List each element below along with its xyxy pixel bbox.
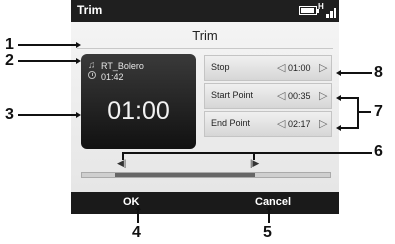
clock-icon: [88, 71, 96, 79]
callout-number: 8: [374, 64, 383, 81]
cancel-button[interactable]: Cancel: [255, 196, 291, 208]
decrease-arrow-icon[interactable]: ◁: [277, 89, 285, 102]
increase-arrow-icon[interactable]: ▷: [319, 61, 327, 74]
current-time: 01:00: [107, 97, 170, 125]
file-name: RT_Bolero: [101, 61, 144, 71]
callout-arrowhead: [76, 112, 81, 118]
screen-title: Trim: [192, 28, 218, 43]
softkey-bar: OK Cancel: [71, 192, 339, 214]
end-point-value: 02:17: [288, 119, 311, 129]
callout-line: [18, 114, 76, 116]
callout-arrowhead: [266, 205, 272, 210]
trim-screen: Trim ♫ RT_Bolero 01:42 01:00 Stop ◁ 01:0…: [71, 22, 339, 192]
callout-line: [122, 152, 124, 160]
title-divider: [77, 48, 333, 49]
start-point-row[interactable]: Start Point ◁ 00:35 ▷: [204, 83, 332, 109]
clip-info-panel: ♫ RT_Bolero 01:42 01:00: [81, 54, 196, 149]
battery-icon: [299, 6, 319, 15]
callout-line: [357, 97, 359, 129]
callout-line: [253, 152, 255, 160]
callout-line: [18, 44, 76, 46]
start-point-label: Start Point: [211, 90, 254, 100]
callout-arrowhead: [336, 95, 341, 101]
callout-arrowhead: [336, 70, 341, 76]
callout-line: [18, 60, 76, 62]
callout-line: [340, 97, 358, 99]
callout-number: 4: [132, 224, 141, 241]
callout-number: 7: [374, 103, 383, 120]
stop-row[interactable]: Stop ◁ 01:00 ▷: [204, 55, 332, 81]
callout-arrowhead: [76, 42, 81, 48]
signal-bar: [334, 8, 336, 18]
decrease-arrow-icon[interactable]: ◁: [277, 117, 285, 130]
stop-label: Stop: [211, 62, 230, 72]
signal-icon: H: [318, 2, 336, 18]
callout-arrowhead: [76, 58, 81, 64]
decrease-arrow-icon[interactable]: ◁: [277, 61, 285, 74]
increase-arrow-icon[interactable]: ▷: [319, 117, 327, 130]
network-type-label: H: [318, 2, 324, 11]
callout-line: [340, 127, 358, 129]
app-title: Trim: [77, 3, 103, 17]
signal-bar: [330, 11, 333, 18]
callout-arrowhead: [336, 125, 341, 131]
callout-line: [357, 111, 371, 113]
increase-arrow-icon[interactable]: ▷: [319, 89, 327, 102]
callout-line: [268, 209, 270, 223]
end-point-label: End Point: [211, 118, 251, 128]
callout-line: [340, 72, 372, 74]
end-point-row[interactable]: End Point ◁ 02:17 ▷: [204, 111, 332, 137]
battery-level: [301, 8, 314, 13]
stop-value: 01:00: [288, 63, 311, 73]
callout-number: 3: [5, 106, 14, 123]
status-bar: Trim H: [71, 0, 339, 22]
music-note-icon: ♫: [88, 60, 96, 71]
callout-arrowhead: [135, 205, 141, 210]
start-point-value: 00:35: [288, 91, 311, 101]
callout-number: 5: [263, 224, 272, 241]
callout-number: 2: [5, 52, 14, 69]
trim-selection: [115, 173, 255, 177]
file-duration: 01:42: [101, 72, 124, 82]
callout-line: [122, 152, 372, 154]
callout-line: [137, 209, 139, 223]
signal-bar: [326, 14, 329, 18]
callout-number: 6: [374, 143, 383, 160]
